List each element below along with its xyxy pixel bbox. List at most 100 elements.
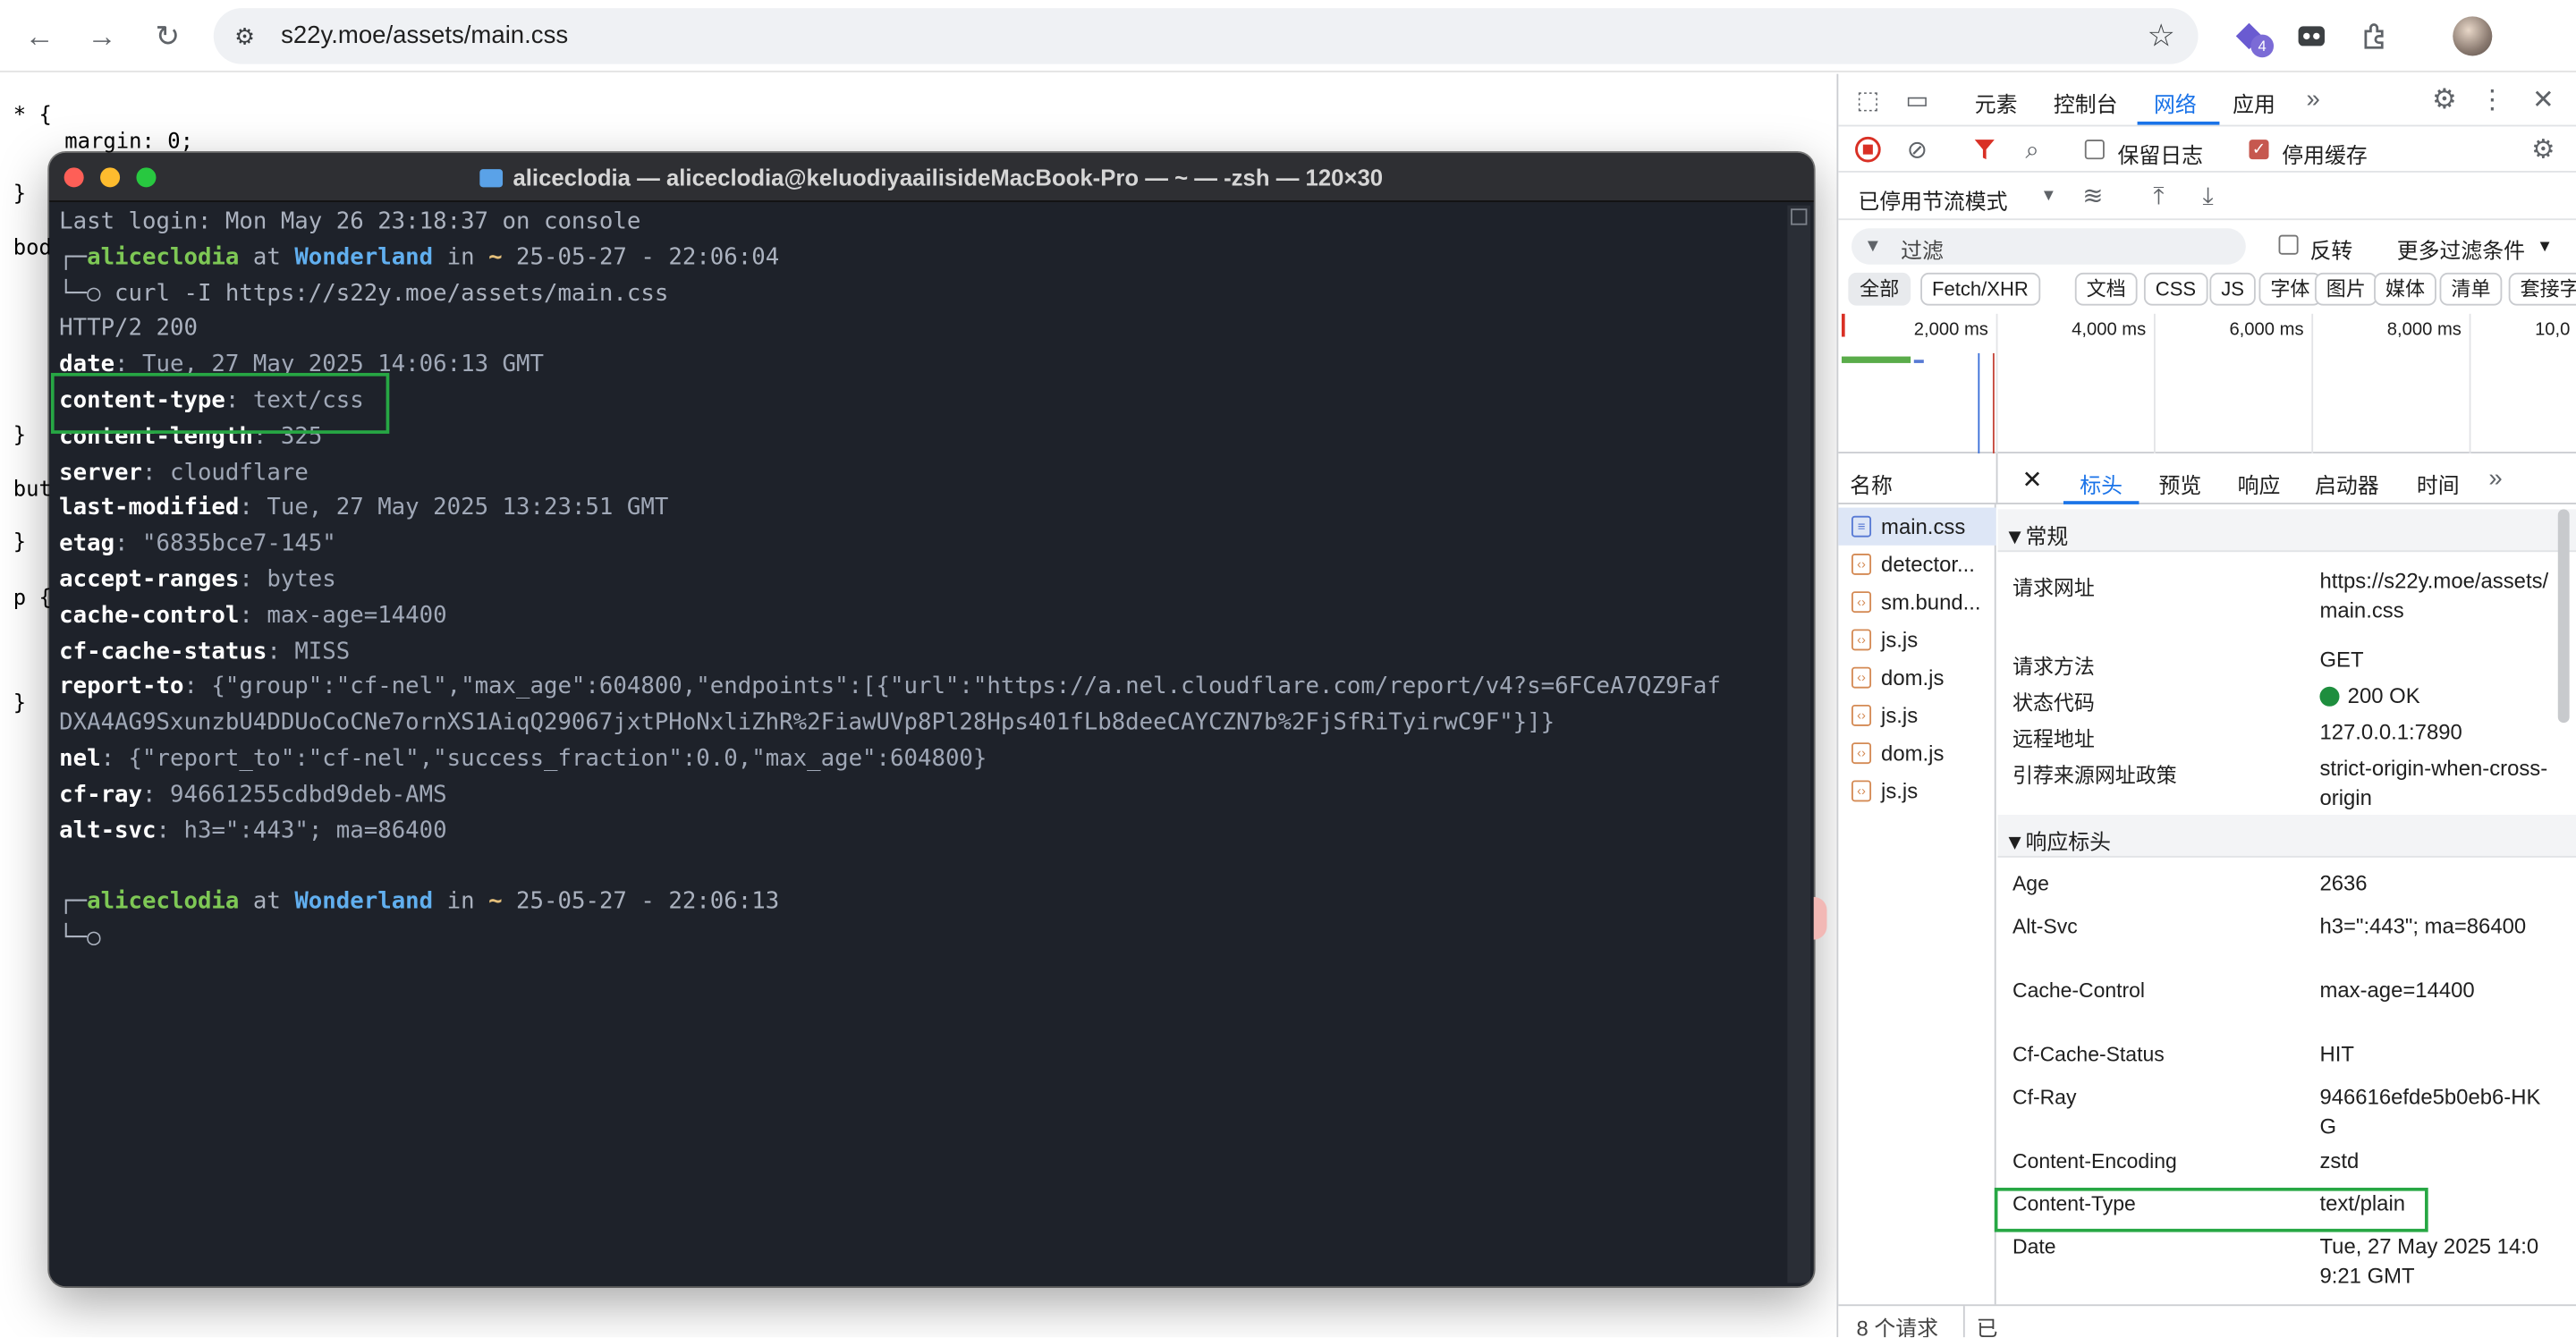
general-field-key: 请求方法 [2012, 655, 2095, 679]
clear-icon[interactable]: ⊘ [1902, 135, 1932, 164]
more-filters-dropdown[interactable]: 更多过滤条件 [2397, 233, 2525, 265]
address-bar-url[interactable]: s22y.moe/assets/main.css [281, 21, 568, 49]
response-header-value[interactable]: 946616efde5b0eb6-HKG [2319, 1082, 2553, 1139]
filter-chip[interactable]: CSS [2143, 272, 2207, 306]
response-header-value[interactable]: 2636 [2319, 869, 2553, 898]
tab-elements[interactable]: 元素 [1975, 87, 2018, 118]
request-row[interactable]: ‹› detector... [1838, 546, 1996, 583]
request-row[interactable]: ‹› dom.js [1838, 734, 1996, 772]
throttling-select[interactable]: 已停用节流模式 [1858, 184, 2007, 216]
tab-timing[interactable]: 时间 [2417, 468, 2460, 499]
profile-avatar[interactable] [2453, 16, 2493, 56]
request-row[interactable]: ‹› js.js [1838, 772, 1996, 809]
inspect-element-icon[interactable]: ⬚ [1852, 86, 1885, 114]
request-row[interactable]: ‹› sm.bund... [1838, 583, 1996, 621]
general-field-value[interactable]: GET [2319, 646, 2553, 674]
script-icon: ‹› [1851, 666, 1872, 689]
tab-response[interactable]: 响应 [2238, 468, 2281, 499]
detail-scrollbar[interactable] [2557, 509, 2570, 724]
response-header-value[interactable]: zstd [2319, 1147, 2553, 1175]
more-options-icon[interactable]: ⋮ [2479, 84, 2505, 117]
response-header-value[interactable]: h3=":443"; ma=86400 [2319, 911, 2553, 940]
network-conditions-icon[interactable]: ≋ [2078, 181, 2107, 210]
more-detail-tabs-icon[interactable]: » [2482, 463, 2508, 493]
response-header-key: Date [2012, 1235, 2056, 1258]
request-row[interactable]: ≡ main.css [1838, 507, 1996, 546]
terminal-scrollbar[interactable] [1787, 205, 1811, 1283]
terminal-window[interactable]: aliceclodia — aliceclodia@keluodiyaailis… [49, 152, 1814, 1287]
download-icon[interactable]: ⤓ [2193, 181, 2223, 210]
invert-label[interactable]: 反转 [2309, 233, 2352, 265]
disable-cache-label[interactable]: 停用缓存 [2282, 138, 2368, 169]
header-key: cache-control [59, 602, 240, 630]
more-tabs-chevron-icon[interactable]: » [2300, 84, 2326, 114]
tab-network[interactable]: 网络 [2154, 87, 2197, 118]
filter-chip[interactable]: 全部 [1848, 272, 1911, 306]
general-section-header[interactable]: ▼常规 [1997, 509, 2576, 553]
general-field-value[interactable]: 127.0.0.1:7890 [2319, 718, 2553, 747]
disable-cache-checkbox[interactable]: ✓ [2249, 140, 2269, 160]
header-key: cf-ray [59, 781, 143, 809]
network-settings-gear-icon[interactable]: ⚙ [2529, 135, 2558, 164]
profile-extension-icon[interactable] [2292, 16, 2331, 55]
response-headers-section-header[interactable]: ▼响应标头 [1997, 815, 2576, 858]
script-icon: ‹› [1851, 780, 1872, 802]
general-field-value[interactable]: strict-origin-when-cross-origin [2319, 754, 2553, 811]
request-row[interactable]: ‹› js.js [1838, 621, 1996, 658]
filter-chip[interactable]: JS [2209, 272, 2256, 306]
filter-chip[interactable]: Fetch/XHR [1920, 272, 2040, 306]
reload-icon[interactable]: ↻ [145, 13, 191, 59]
response-header-value[interactable]: HIT [2319, 1040, 2553, 1069]
back-icon[interactable]: ← [16, 13, 62, 59]
filter-chip[interactable]: 套接字 [2508, 272, 2576, 306]
chevron-down-icon[interactable]: ▼ [2038, 182, 2058, 208]
response-header-value[interactable]: Tue, 27 May 2025 14:09:21 GMT [2319, 1232, 2553, 1290]
tab-console[interactable]: 控制台 [2054, 87, 2118, 118]
bookmark-star-icon[interactable]: ☆ [2148, 18, 2175, 55]
preserve-log-checkbox[interactable] [2084, 140, 2105, 160]
network-timeline-overview[interactable]: 2,000 ms 4,000 ms 6,000 ms 8,000 ms 10,0 [1838, 313, 2576, 453]
close-devtools-icon[interactable]: ✕ [2529, 84, 2558, 117]
filter-chip[interactable]: 媒体 [2374, 272, 2436, 306]
filter-chip[interactable]: 清单 [2439, 272, 2503, 306]
search-icon[interactable]: ⌕ [2018, 135, 2047, 165]
forward-icon[interactable]: → [79, 13, 124, 59]
site-info-icon[interactable]: ⚙ [230, 21, 259, 51]
request-row[interactable]: ‹› js.js [1838, 697, 1996, 734]
device-toolbar-icon[interactable]: ▭ [1901, 86, 1934, 114]
general-field-value[interactable]: 200 OK [2319, 682, 2553, 710]
response-header-value[interactable]: max-age=14400 [2319, 976, 2553, 1004]
extension-icon[interactable]: 4 [2229, 16, 2275, 58]
throttling-toolbar: 已停用节流模式 ▼ ≋ ⤒ ⤓ [1838, 173, 2576, 221]
terminal-titlebar[interactable]: aliceclodia — aliceclodia@keluodiyaailis… [49, 152, 1814, 202]
general-field-value[interactable]: https://s22y.moe/assets/main.css [2319, 567, 2553, 624]
scroll-marker-icon[interactable] [1791, 208, 1808, 225]
tab-preview[interactable]: 预览 [2158, 468, 2201, 499]
upload-icon[interactable]: ⤒ [2144, 181, 2174, 210]
dom-content-loaded-line [1978, 352, 1980, 453]
record-stop-icon[interactable] [1853, 135, 1883, 165]
tab-application[interactable]: 应用 [2233, 87, 2275, 118]
tab-initiator[interactable]: 启动器 [2315, 468, 2379, 499]
filter-input[interactable]: ▼ 过滤 [1851, 228, 2246, 265]
invert-checkbox[interactable] [2278, 234, 2299, 255]
timeline-bar-blue [1913, 360, 1924, 363]
settings-gear-icon[interactable]: ⚙ [2428, 84, 2462, 117]
extensions-puzzle-icon[interactable] [2356, 16, 2395, 55]
css-source-line: * { [13, 103, 52, 129]
filter-chip[interactable]: 图片 [2314, 272, 2377, 306]
address-bar[interactable]: ⚙ s22y.moe/assets/main.css ☆ [213, 8, 2199, 64]
request-row[interactable]: ‹› dom.js [1838, 659, 1996, 697]
header-key: accept-ranges [59, 566, 240, 594]
response-header-line: last-modified: Tue, 27 May 2025 13:23:51… [59, 495, 669, 521]
filter-chip[interactable]: 文档 [2074, 272, 2138, 306]
tab-headers[interactable]: 标头 [2080, 468, 2123, 499]
preserve-log-label[interactable]: 保留日志 [2118, 138, 2204, 169]
close-detail-icon[interactable]: ✕ [2019, 465, 2045, 495]
filter-funnel-icon[interactable] [1970, 135, 1999, 165]
name-column-header[interactable]: 名称 [1850, 468, 1893, 499]
filter-chip[interactable]: 字体 [2258, 272, 2322, 306]
load-event-line [1992, 352, 1995, 453]
chevron-down-icon[interactable]: ▼ [2535, 233, 2555, 259]
terminal-output[interactable]: Last login: Mon May 26 23:18:37 on conso… [59, 206, 1784, 958]
